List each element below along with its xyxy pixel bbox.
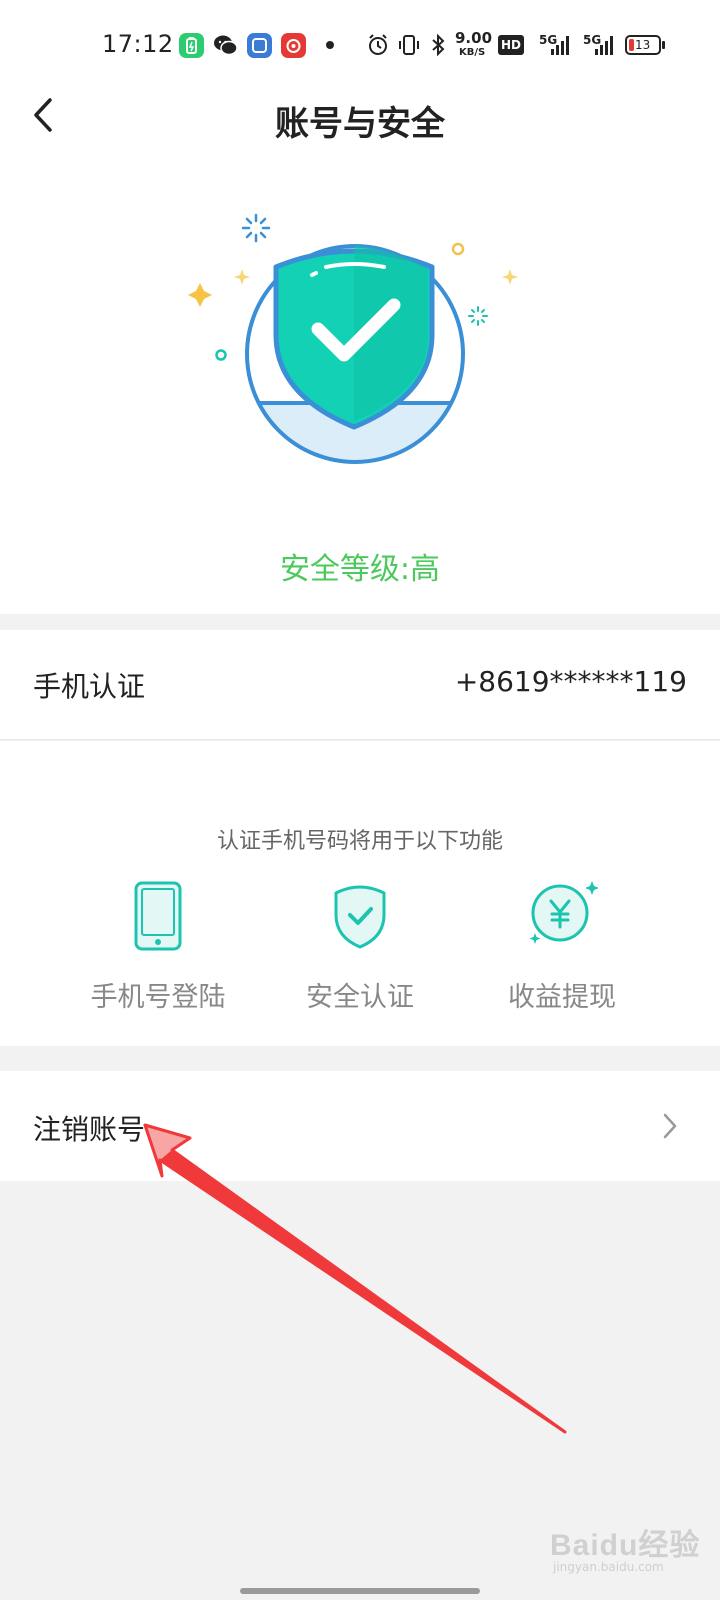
multitask-icon [247,33,272,58]
net-speed-unit: KB/S [459,47,486,58]
shield-check-icon [188,213,518,464]
net-speed-value: 9.00 [455,29,493,47]
netease-music-icon [281,33,306,58]
phone-functions-section: 认证手机号码将用于以下功能 手机号登陆 安全认证 收益提现 [0,741,720,1046]
function-withdraw: 收益提现 [462,879,662,1019]
functions-caption: 认证手机号码将用于以下功能 [216,829,503,854]
watermark-logo: Baidu经验 [550,1529,701,1562]
battery-tip [662,41,665,49]
wechat-icon [213,33,238,58]
shield-icon [334,885,386,949]
chevron-right-icon [663,1113,677,1139]
security-level: 安全等级:高 [279,552,441,587]
hd-badge: HD [498,35,524,55]
alarm-icon [369,34,387,55]
function-label: 收益提现 [508,982,616,1013]
security-shield-illustration [180,205,540,485]
watermark-url: jingyan.baidu.com [553,1560,664,1574]
function-label: 手机号登陆 [90,982,226,1013]
signal-icon-2 [595,36,613,55]
phone-auth-row[interactable]: 手机认证 +8619******119 [0,630,720,740]
status-time: 17:12 [102,30,174,58]
home-indicator[interactable] [240,1588,480,1594]
function-phone-login: 手机号登陆 [58,879,258,1019]
phone-auth-label: 手机认证 [33,670,146,703]
notification-dot [326,41,334,49]
signal-icon [551,36,569,55]
battery-fill [629,39,634,51]
battery-level: 13 [635,38,651,52]
phone-icon [134,881,182,951]
status-bar: 17:12 9.00 KB/S HD 5G 5G 13 [0,0,720,90]
yuan-coin-icon [529,881,599,944]
battery-saver-icon [179,33,204,58]
battery-icon: 13 [625,35,661,55]
function-label: 安全认证 [306,982,414,1013]
page-title: 账号与安全 [275,104,445,144]
vibrate-icon [399,35,419,55]
phone-number-value: +8619******119 [454,665,687,698]
baidu-watermark: Baidu经验 jingyan.baidu.com [550,1520,710,1580]
function-security-auth: 安全认证 [260,879,460,1019]
bluetooth-icon [432,33,445,57]
cancel-account-row[interactable]: 注销账号 [0,1071,720,1181]
cancel-account-label: 注销账号 [33,1113,146,1146]
